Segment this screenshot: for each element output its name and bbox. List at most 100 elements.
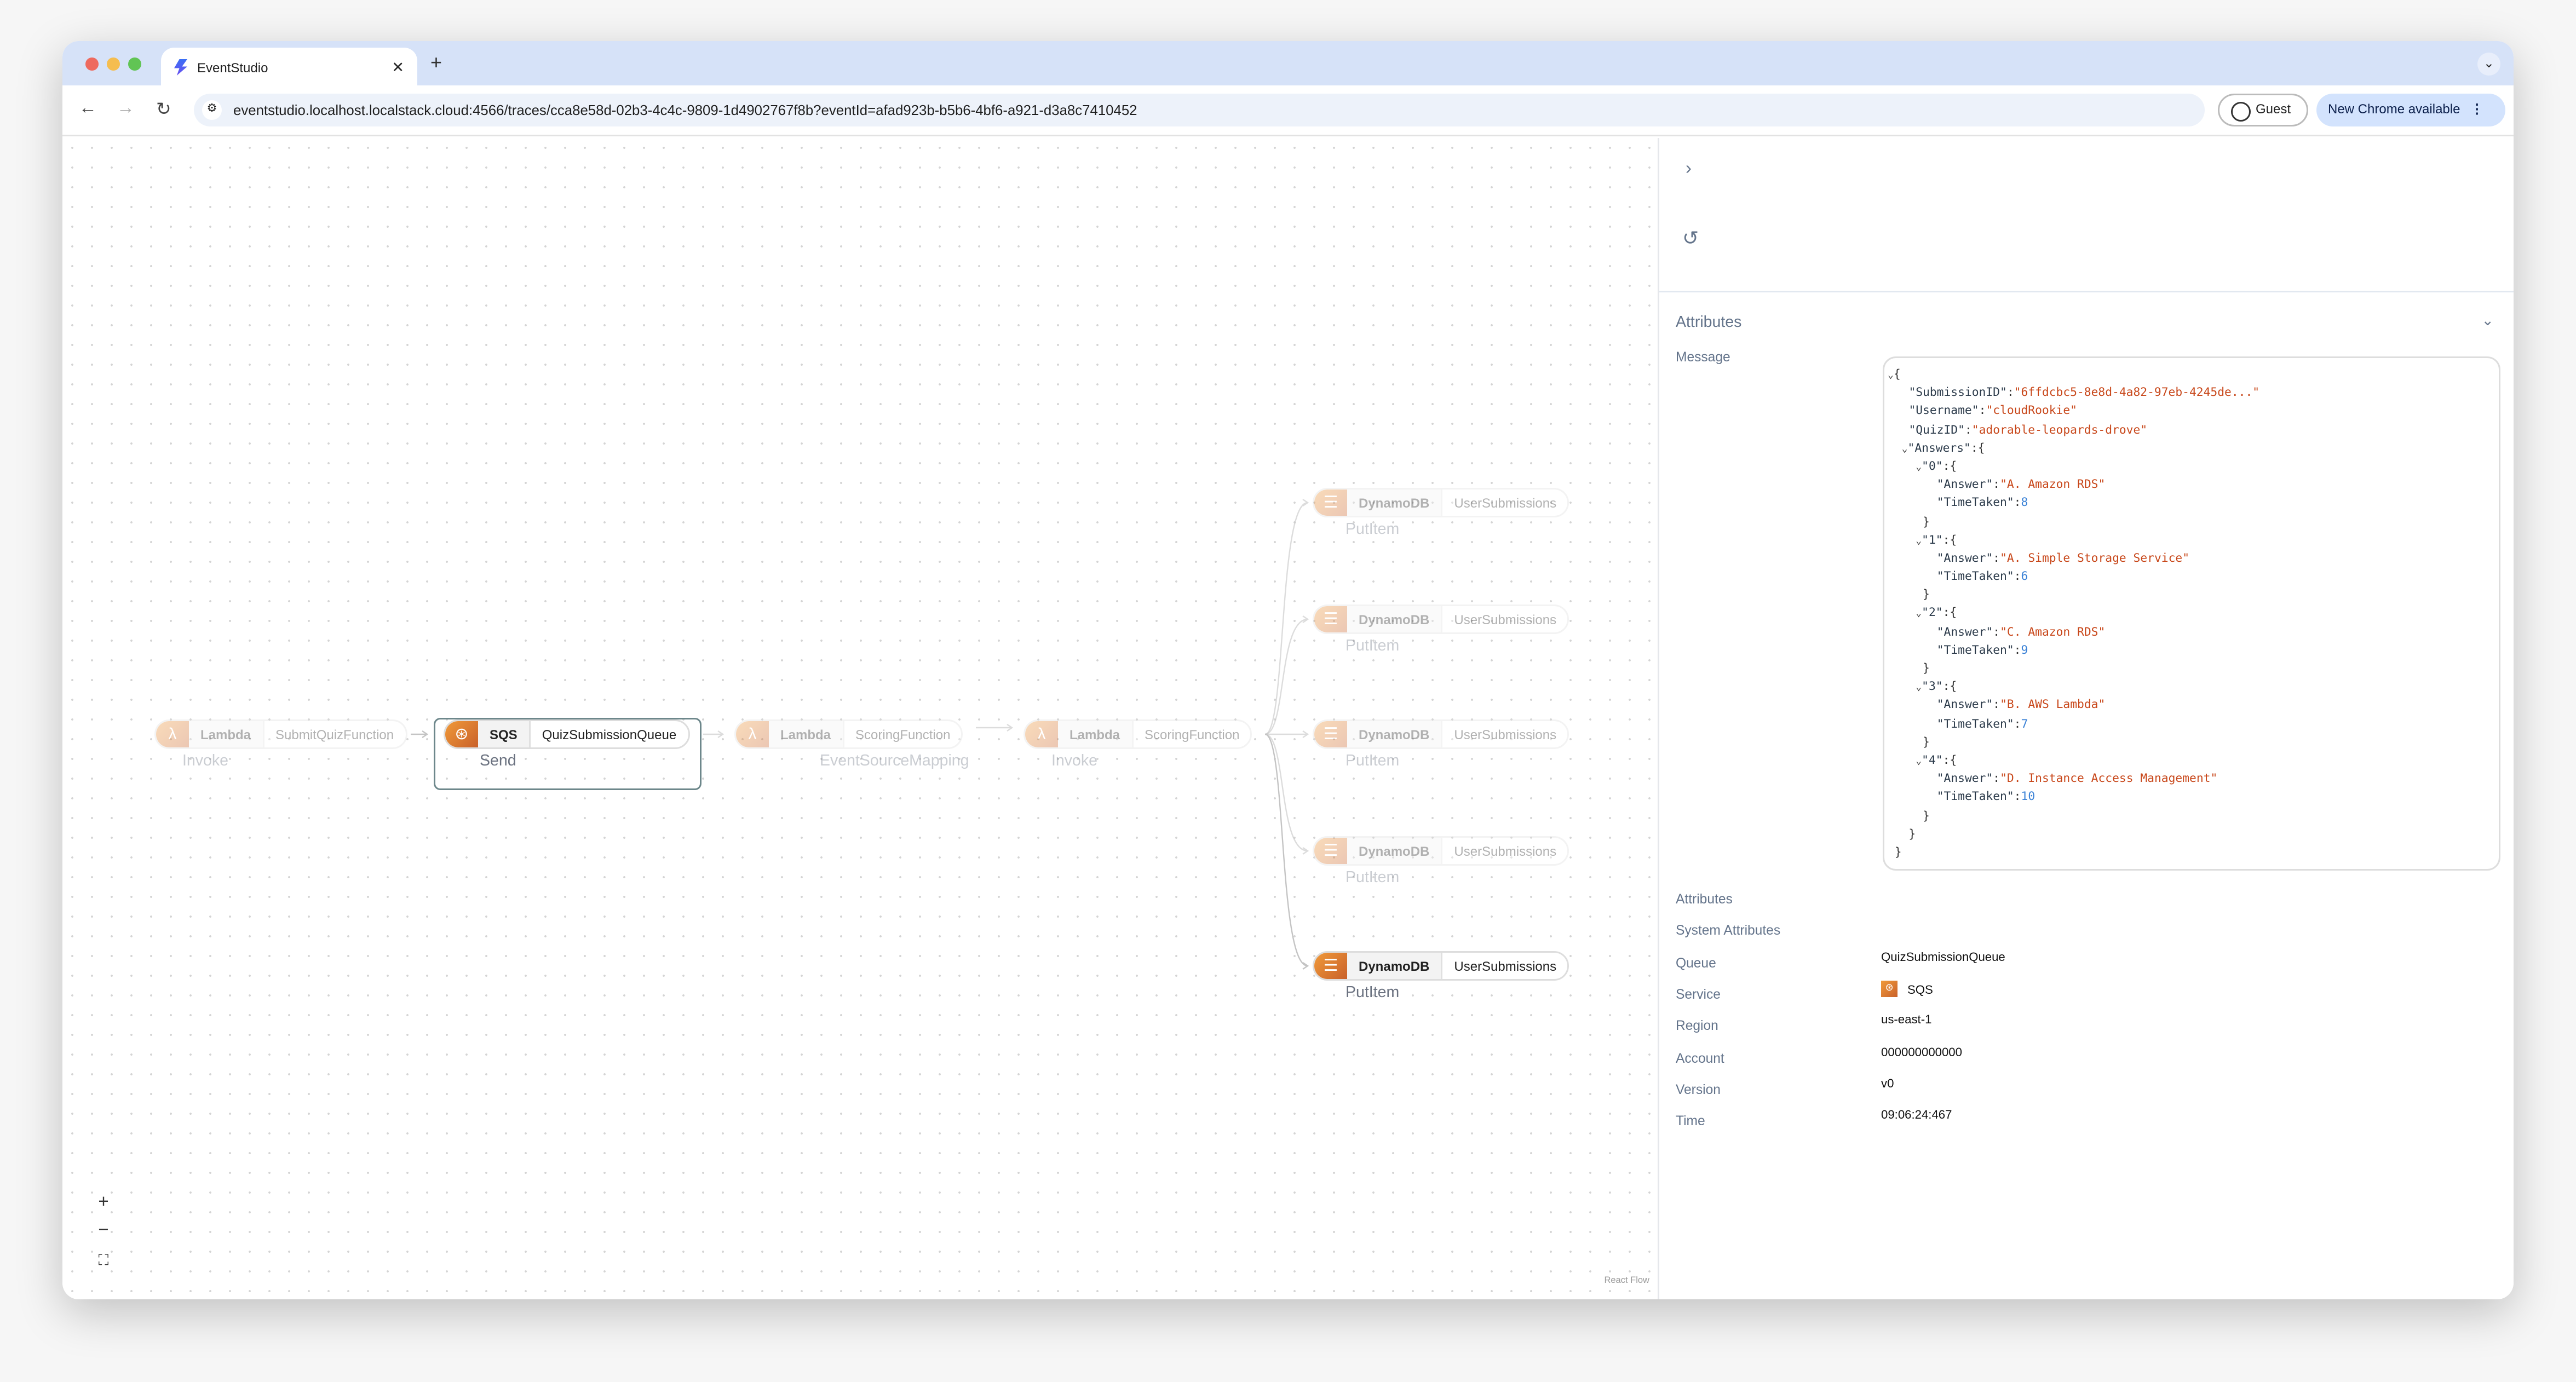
react-flow-attribution[interactable]: React Flow [1604,1276,1649,1286]
collapse-toggle-icon[interactable]: ⌄ [1916,756,1922,767]
collapse-toggle-icon[interactable]: ⌄ [1902,443,1908,454]
json-key: "Answer" [1936,697,1993,712]
json-key: "TimeTaken" [1936,494,2014,510]
maximize-window-button[interactable] [128,57,141,71]
attr-label: Region [1676,1018,1718,1033]
json-line: "TimeTaken":9 [1936,642,2028,657]
dynamodb-icon: ☰ [1314,953,1347,979]
tab-bar: EventStudio ✕ + ⌄ [62,41,2514,87]
json-line: } [1888,660,1930,675]
edge-sqs-lambda [703,730,725,738]
new-chrome-available-button[interactable]: New Chrome available ⋮ [2316,94,2505,126]
attr-value: us-east-1 [1881,1012,1932,1027]
json-key: "0" [1922,458,1943,473]
node-service: DynamoDB [1347,953,1443,979]
json-key: "4" [1922,752,1943,767]
collapse-toggle-icon[interactable]: ⌄ [1916,608,1922,620]
site-settings-icon[interactable]: ⚙ [202,100,222,120]
attr-label: System Attributes [1676,923,1781,938]
json-line: "Answer":"A. Simple Storage Service" [1936,550,2190,565]
section-toggle-chevron-icon[interactable]: ⌄ [2481,312,2494,330]
guest-profile-button[interactable]: Guest [2218,94,2308,126]
node-pill[interactable]: ☰ DynamoDB UserSubmissions [1313,488,1570,517]
node-pill[interactable]: λ Lambda SubmitQuizFunction [154,719,407,749]
edge-lambda-dynamodb [1264,733,1309,855]
tab-eventstudio[interactable]: EventStudio ✕ [161,48,417,87]
attr-label: Service [1676,987,1721,1002]
collapse-toggle-icon[interactable]: ⌄ [1916,462,1922,473]
json-line: "TimeTaken":7 [1936,715,2028,730]
node-resource: QuizSubmissionQueue [542,727,677,742]
node-pill[interactable]: ☰ DynamoDB UserSubmissions [1313,951,1570,981]
attr-value: 000000000000 [1881,1045,1962,1059]
json-value: "B. AWS Lambda" [2000,697,2106,712]
zoom-in-button[interactable]: + [92,1191,115,1216]
json-line: "TimeTaken":8 [1936,494,2028,510]
json-key: "Answer" [1936,550,1993,565]
close-tab-icon[interactable]: ✕ [392,59,404,77]
lambda-icon: λ [1025,721,1058,747]
node-operation: PutItem [1346,984,1400,1002]
message-json-viewer[interactable]: ⌄{ "SubmissionID":"6ffdcbc5-8e8d-4a82-97… [1883,356,2500,871]
flow-edges [411,499,1309,970]
node-pill[interactable]: ☰ DynamoDB UserSubmissions [1313,836,1570,866]
details-panel: › ↺ Attributes ⌄ Message ⌄{ "SubmissionI… [1658,138,2514,1299]
json-line: } [1888,844,1902,859]
json-value: 7 [2021,715,2028,730]
browser-window: EventStudio ✕ + ⌄ ← → ↻ ⚙ eventstudio.lo… [62,41,2514,1299]
close-window-button[interactable] [85,57,99,71]
json-key: "QuizID" [1908,421,1965,436]
node-resource: UserSubmissions [1454,495,1557,510]
node-service: DynamoDB [1347,838,1443,864]
attr-label: Account [1676,1051,1724,1066]
back-icon[interactable]: ← [79,99,97,118]
json-line: } [1888,807,1930,822]
json-line: "TimeTaken":6 [1936,568,2028,584]
collapse-toggle-icon[interactable]: ⌄ [1916,535,1922,546]
json-line: "QuizID":"adorable-leopards-drove" [1908,421,2148,436]
attr-value: 09:06:24:467 [1881,1107,1952,1122]
update-label: New Chrome available [2328,102,2460,117]
divider [1659,291,2514,292]
node-resource: UserSubmissions [1454,727,1557,742]
json-value: 10 [2021,788,2036,804]
zoom-out-button[interactable]: − [92,1219,115,1243]
json-value: 9 [2021,642,2028,657]
json-line: "TimeTaken":10 [1936,788,2036,804]
dynamodb-icon: ☰ [1314,721,1347,747]
sqs-icon: ⊛ [445,721,478,747]
node-service: Lambda [769,721,844,747]
collapse-toggle-icon[interactable]: ⌄ [1916,682,1922,694]
node-pill[interactable]: λ Lambda ScoringFunction [734,719,964,749]
json-value: "adorable-leopards-drove" [1971,421,2148,436]
reset-icon[interactable]: ↺ [1682,227,1699,250]
attr-value-service: ⊛ SQS [1881,981,1933,997]
attr-value: QuizSubmissionQueue [1881,949,2005,964]
node-pill[interactable]: ⊛ SQS QuizSubmissionQueue [444,719,690,749]
json-key: "Answer" [1936,476,1993,492]
tab-search-chevron-icon[interactable]: ⌄ [2477,53,2500,76]
edge-lambda-dynamodb [1264,615,1309,735]
forward-icon[interactable]: → [117,99,135,118]
collapse-panel-chevron-icon[interactable]: › [1686,159,1692,179]
node-pill[interactable]: ☰ DynamoDB UserSubmissions [1313,604,1570,634]
node-pill[interactable]: ☰ DynamoDB UserSubmissions [1313,719,1570,749]
attr-label: Attributes [1676,892,1733,907]
attr-value: v0 [1881,1076,1894,1091]
node-pill[interactable]: λ Lambda ScoringFunction [1024,719,1253,749]
edge-lambda-dynamodb [1264,733,1309,970]
json-key: "Answer" [1936,623,1993,638]
flow-canvas[interactable]: λ Lambda SubmitQuizFunction Invoke ⊛ SQS… [62,138,1656,1299]
edge-lambda-dynamodb [1264,499,1309,735]
url-input[interactable]: ⚙ eventstudio.localhost.localstack.cloud… [194,94,2205,126]
node-operation: Send [480,752,516,770]
json-line: ⌄"4":{ [1916,752,1957,767]
fit-view-button[interactable]: ⛶ [92,1248,115,1273]
reload-icon[interactable]: ↻ [156,99,171,120]
json-line: "SubmissionID":"6ffdcbc5-8e8d-4a82-97eb-… [1908,384,2260,400]
new-tab-button[interactable]: + [430,51,442,74]
collapse-toggle-icon[interactable]: ⌄ [1888,370,1894,381]
node-operation: Invoke [182,752,228,770]
node-resource: ScoringFunction [855,727,951,742]
minimize-window-button[interactable] [107,57,120,71]
